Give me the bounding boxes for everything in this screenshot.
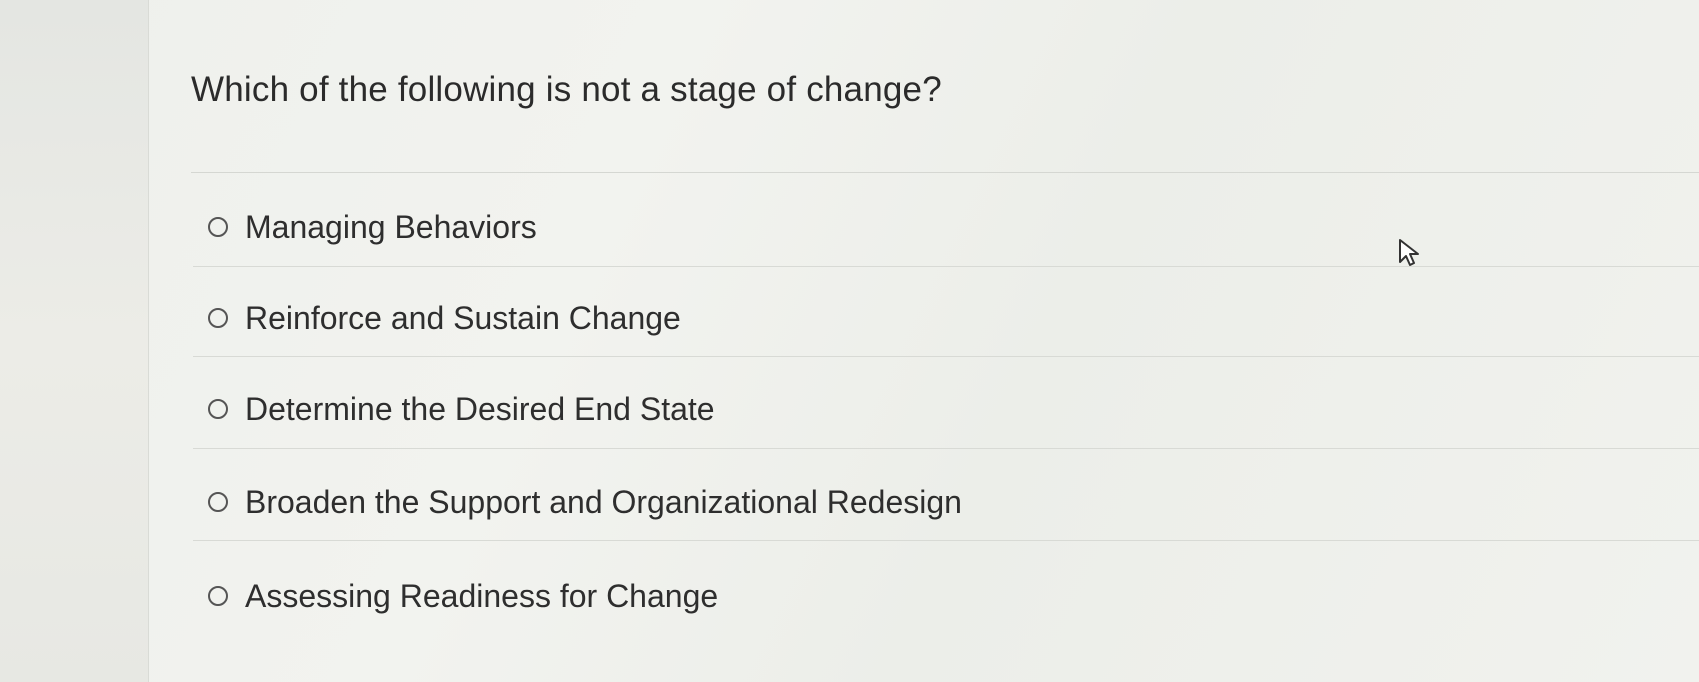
answer-label: Determine the Desired End State (245, 390, 715, 427)
answer-label: Managing Behaviors (245, 208, 537, 245)
option-divider (193, 540, 1699, 541)
question-panel: Which of the following is not a stage of… (148, 0, 1699, 682)
answer-option-4[interactable]: Broaden the Support and Organizational R… (208, 472, 1668, 532)
answer-option-1[interactable]: Managing Behaviors (208, 197, 1668, 257)
answer-label: Assessing Readiness for Change (245, 577, 719, 614)
option-divider (193, 356, 1699, 357)
radio-button-icon[interactable] (208, 308, 228, 328)
radio-button-icon[interactable] (208, 492, 228, 512)
left-margin (0, 0, 149, 682)
answer-option-3[interactable]: Determine the Desired End State (208, 379, 1668, 439)
answer-label: Broaden the Support and Organizational R… (245, 483, 962, 520)
question-title: Which of the following is not a stage of… (191, 70, 942, 109)
radio-button-icon[interactable] (208, 586, 228, 606)
answer-option-5[interactable]: Assessing Readiness for Change (208, 566, 1668, 626)
answer-option-2[interactable]: Reinforce and Sustain Change (208, 288, 1668, 348)
answer-label: Reinforce and Sustain Change (245, 299, 681, 336)
radio-button-icon[interactable] (208, 217, 228, 237)
option-divider (193, 266, 1699, 267)
option-divider (193, 448, 1699, 449)
radio-button-icon[interactable] (208, 399, 228, 419)
mouse-pointer-icon (1399, 239, 1419, 266)
question-divider (191, 172, 1699, 173)
